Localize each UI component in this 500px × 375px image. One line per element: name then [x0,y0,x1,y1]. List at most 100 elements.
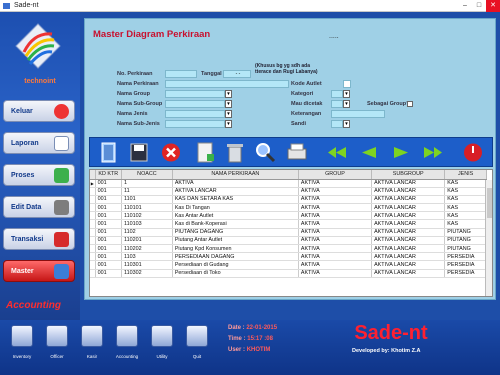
app-icon [3,3,10,9]
nama-sub-group-label: Nama Sub-Group [117,101,163,107]
master-icon [54,264,69,279]
group-dropdown-button[interactable]: ▼ [225,90,232,98]
sidebar-item-keluar[interactable]: Keluar [3,100,75,122]
cashier-icon[interactable] [81,325,103,347]
first-record-icon[interactable] [326,141,348,164]
table-cell: 001 [95,269,123,278]
sandi-input[interactable] [331,120,343,128]
previous-record-icon[interactable] [358,141,380,164]
module-title: Accounting [6,300,61,311]
utility-icon[interactable] [151,325,173,347]
minimize-button[interactable]: – [458,0,472,12]
table-cell: Kas di Bank-Koperasi [172,219,299,229]
power-icon [54,104,69,119]
sandi-dropdown-button[interactable]: ▼ [343,120,350,128]
mau-dicetak-dropdown-button[interactable]: ▼ [343,100,350,108]
nama-sub-jenis-input[interactable] [165,120,225,128]
kategori-input[interactable] [331,90,343,98]
accounts-table[interactable]: KD KTR NOACC NAMA PERKIRAAN GROUP SUBGRO… [89,169,493,297]
table-cell: 1 [121,179,173,188]
nama-group-label: Nama Group [117,91,151,97]
delete-trash-icon[interactable] [224,141,246,164]
column-header[interactable]: JENIS [444,170,487,180]
no-perkiraan-input[interactable] [165,70,197,78]
form-panel: Master Diagram Perkiraan ..... No. Perki… [84,18,496,300]
nama-sub-group-input[interactable] [165,100,225,108]
developer-credit: Developed by: Khotim Z.A [352,348,421,354]
table-row[interactable]: 001 110301 Persediaan di Gudang AKTIVA AKTIV… [90,260,487,270]
table-row[interactable]: 001 1101 KAS DAN SETARA KAS AKTIVA AKTIVA LA… [90,195,487,205]
table-cell: PERSEDIAAN DAGANG [172,252,299,262]
scrollbar-thumb[interactable] [487,188,492,218]
column-header[interactable]: KD KTR [95,170,123,180]
cancel-icon[interactable] [160,141,182,164]
main-area: Master Diagram Perkiraan ..... No. Perki… [80,12,500,320]
sidebar-item-label: Proses [11,172,35,179]
kode-autlet-label: Kode Autlet [291,81,322,87]
table-cell: KAS [444,187,487,196]
next-record-icon[interactable] [390,141,412,164]
officer-icon[interactable] [46,325,68,347]
table-row[interactable]: 001 110102 Kas Antar Autlet AKTIVA AKTIVA LA… [90,211,487,221]
maximize-button[interactable]: □ [472,0,486,12]
table-row[interactable]: ▶ 001 1 AKTIVA AKTIVA AKTIVA LANCAR KAS [90,179,487,188]
column-header[interactable]: NAMA PERKIRAAN [172,170,299,180]
mau-dicetak-input[interactable] [331,100,343,108]
find-icon[interactable] [254,141,276,164]
close-button[interactable]: ✕ [486,0,500,12]
keterangan-input[interactable] [331,110,385,118]
sidebar-item-laporan[interactable]: Laporan [3,132,75,154]
table-cell: AKTIVA [298,228,373,237]
sebagai-group-checkbox[interactable] [407,101,413,107]
nama-jenis-input[interactable] [165,110,225,118]
table-cell: AKTIVA LANCAR [371,195,446,205]
table-cell: AKTIVA LANCAR [371,236,446,246]
accounting-icon[interactable] [116,325,138,347]
table-cell: PERSEDIA [444,269,487,278]
exit-door-icon[interactable] [98,141,120,164]
table-cell: AKTIVA [298,219,373,229]
column-header[interactable]: GROUP [298,170,373,180]
nama-group-input[interactable] [165,90,225,98]
kode-autlet-input[interactable] [343,80,351,88]
table-cell: 001 [95,228,123,237]
sidebar-item-edit-data[interactable]: Edit Data [3,196,75,218]
table-row[interactable]: 001 11 AKTIVA LANCAR AKTIVA AKTIVA LANCAR KAS [90,187,487,196]
save-icon[interactable] [128,141,150,164]
nama-jenis-label: Nama Jenis [117,111,148,117]
tanggal-input[interactable]: - - [223,70,251,78]
table-row[interactable]: 001 1102 PIUTANG DAGANG AKTIVA AKTIVA LANCAR… [90,228,487,237]
table-row[interactable]: 001 110302 Persediaan di Toko AKTIVA AKTIVA … [90,269,487,278]
table-cell: 1101 [121,195,173,205]
column-header[interactable]: NOACC [121,170,173,180]
column-header[interactable]: SUBGROUP [371,170,446,180]
transaction-icon [54,232,69,247]
inventory-icon[interactable] [11,325,33,347]
table-scrollbar[interactable] [485,180,492,296]
kategori-dropdown-button[interactable]: ▼ [343,90,350,98]
jenis-dropdown-button[interactable]: ▼ [225,110,232,118]
add-document-icon[interactable] [194,141,216,164]
print-icon[interactable] [286,141,308,164]
sub-jenis-dropdown-button[interactable]: ▼ [225,120,232,128]
kategori-label: Kategori [291,91,314,97]
table-row[interactable]: 001 110202 Piutang Kpd Konsumen AKTIVA AKTIV… [90,244,487,254]
sidebar-item-transaksi[interactable]: Transaksi [3,228,75,250]
sidebar-item-label: Transaksi [11,236,44,243]
sub-group-dropdown-button[interactable]: ▼ [225,100,232,108]
table-row[interactable]: 001 110101 Kas Di Tangan AKTIVA AKTIVA LANCA… [90,203,487,213]
sidebar-item-master[interactable]: Master [3,260,75,282]
edit-icon [54,200,69,215]
table-row[interactable]: 001 110103 Kas di Bank-Koperasi AKTIVA AKTIV… [90,219,487,229]
quit-icon[interactable] [186,325,208,347]
record-toolbar [89,137,493,167]
refresh-power-icon[interactable] [462,141,484,164]
table-row[interactable]: 001 1103 PERSEDIAAN DAGANG AKTIVA AKTIVA LAN… [90,252,487,262]
user-display: User : KHOTIM [228,347,270,353]
table-cell: Kas Antar Autlet [172,211,299,221]
table-row[interactable]: 001 110201 Piutang Antar Autlet AKTIVA AKTIV… [90,236,487,246]
last-record-icon[interactable] [422,141,444,164]
sidebar-item-proses[interactable]: Proses [3,164,75,186]
table-cell: 001 [95,179,123,188]
nama-perkiraan-input[interactable] [165,80,289,88]
